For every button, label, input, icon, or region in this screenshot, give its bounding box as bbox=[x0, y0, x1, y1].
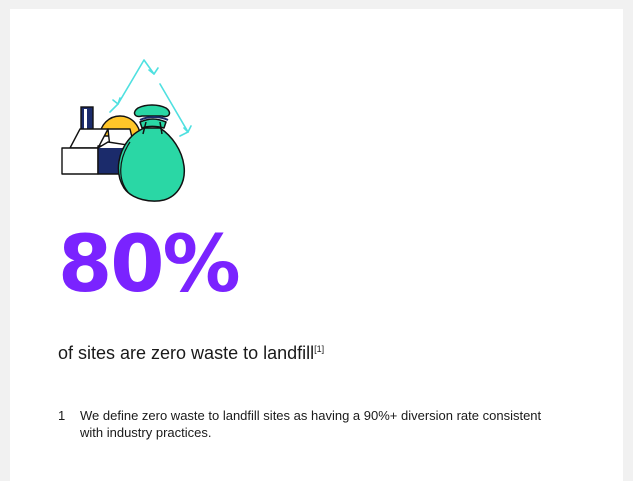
waste-bag-recycle-icon bbox=[61, 59, 192, 202]
footnote-reference[interactable]: [1] bbox=[314, 344, 324, 354]
footnote-number: 1 bbox=[58, 408, 66, 423]
waste-recycling-illustration bbox=[48, 56, 208, 206]
footnote-text: We define zero waste to landfill sites a… bbox=[80, 408, 542, 440]
stat-caption-text: of sites are zero waste to landfill bbox=[58, 343, 315, 363]
stat-value: 80% bbox=[58, 220, 241, 310]
stat-caption: of sites are zero waste to landfill[1] bbox=[58, 342, 324, 364]
page-background: 80% of sites are zero waste to landfill[… bbox=[0, 0, 633, 481]
